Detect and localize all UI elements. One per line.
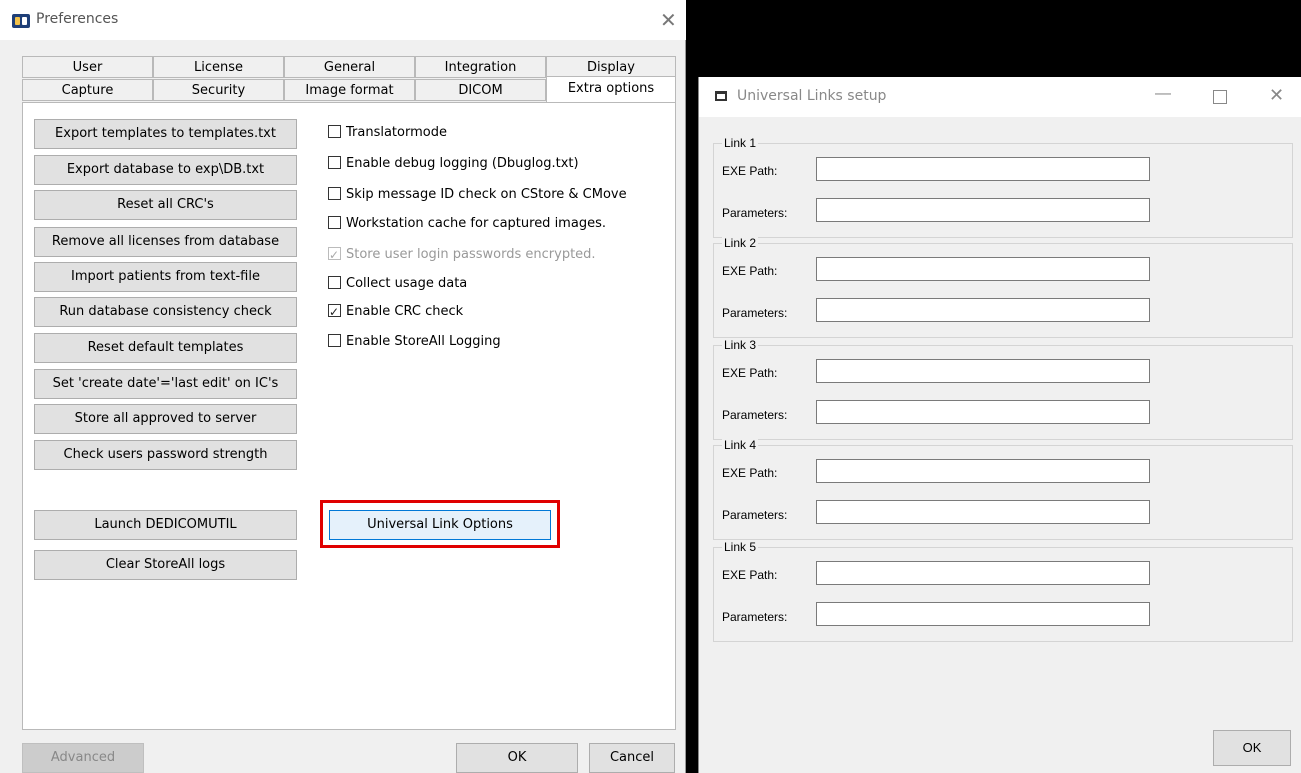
store-approved-button[interactable]: Store all approved to server (34, 404, 297, 434)
advanced-button: Advanced (22, 743, 144, 773)
enable-storeall-logging-checkbox[interactable]: Enable StoreAll Logging (328, 331, 501, 353)
tab-display[interactable]: Display (546, 56, 676, 78)
checkbox-label: Skip message ID check on CStore & CMove (346, 187, 627, 202)
link-2-exe-path-input[interactable] (816, 257, 1150, 281)
exe-path-label: EXE Path: (722, 366, 778, 380)
link-3-exe-path-input[interactable] (816, 359, 1150, 383)
checkbox-label: Store user login passwords encrypted. (346, 247, 596, 262)
tab-user[interactable]: User (22, 56, 153, 78)
tab-integration[interactable]: Integration (415, 56, 546, 78)
preferences-title: Preferences (36, 11, 119, 27)
checkbox-label: Enable StoreAll Logging (346, 334, 501, 349)
checkbox-label: Enable debug logging (Dbuglog.txt) (346, 156, 579, 171)
reset-default-templates-button[interactable]: Reset default templates (34, 333, 297, 363)
parameters-label: Parameters: (722, 610, 788, 624)
checkbox-box[interactable] (328, 156, 341, 169)
tab-dicom[interactable]: DICOM (415, 79, 546, 101)
launch-dedicomutil-button[interactable]: Launch DEDICOMUTIL (34, 510, 297, 540)
checkbox-box[interactable] (328, 187, 341, 200)
universal-links-title-bar: Universal Links setup — ✕ (699, 77, 1301, 117)
checkbox-label: Translatormode (346, 125, 447, 140)
exe-path-label: EXE Path: (722, 568, 778, 582)
link-5-parameters-input[interactable] (816, 602, 1150, 626)
import-patients-button[interactable]: Import patients from text-file (34, 262, 297, 292)
ok-button[interactable]: OK (456, 743, 578, 773)
exe-path-label: EXE Path: (722, 264, 778, 278)
tab-capture[interactable]: Capture (22, 79, 153, 101)
preferences-window: Preferences ✕ User License General Integ… (0, 0, 686, 773)
app-logo-icon (12, 14, 30, 28)
parameters-label: Parameters: (722, 206, 788, 220)
link-4-exe-path-input[interactable] (816, 459, 1150, 483)
cancel-button[interactable]: Cancel (589, 743, 675, 773)
link-4-group: Link 4 EXE Path: Parameters: (713, 438, 1293, 540)
exe-path-label: EXE Path: (722, 466, 778, 480)
reset-crc-button[interactable]: Reset all CRC's (34, 190, 297, 220)
checkbox-box (328, 244, 341, 266)
workstation-cache-checkbox[interactable]: Workstation cache for captured images. (328, 213, 606, 235)
collect-usage-data-checkbox[interactable]: Collect usage data (328, 273, 467, 295)
check-password-strength-button[interactable]: Check users password strength (34, 440, 297, 470)
link-1-exe-path-input[interactable] (816, 157, 1150, 181)
checkbox-label: Collect usage data (346, 276, 468, 291)
debug-logging-checkbox[interactable]: Enable debug logging (Dbuglog.txt) (328, 153, 579, 175)
store-passwords-encrypted-checkbox: Store user login passwords encrypted. (328, 244, 596, 266)
checkbox-box[interactable] (328, 301, 341, 323)
checkbox-label: Workstation cache for captured images. (346, 216, 606, 231)
maximize-icon[interactable] (1213, 90, 1227, 104)
exe-path-label: EXE Path: (722, 164, 778, 178)
link-5-group: Link 5 EXE Path: Parameters: (713, 540, 1293, 642)
skip-message-id-checkbox[interactable]: Skip message ID check on CStore & CMove (328, 184, 627, 206)
translatormode-checkbox[interactable]: Translatormode (328, 122, 447, 144)
remove-licenses-button[interactable]: Remove all licenses from database (34, 227, 297, 257)
group-label: Link 3 (722, 338, 759, 352)
group-label: Link 1 (722, 136, 759, 150)
consistency-check-button[interactable]: Run database consistency check (34, 297, 297, 327)
export-templates-button[interactable]: Export templates to templates.txt (34, 119, 297, 149)
tab-extra-options[interactable]: Extra options (546, 76, 676, 103)
parameters-label: Parameters: (722, 408, 788, 422)
link-1-parameters-input[interactable] (816, 198, 1150, 222)
universal-links-window: Universal Links setup — ✕ Link 1 EXE Pat… (698, 77, 1301, 773)
minimize-icon[interactable]: — (1155, 85, 1171, 103)
checkbox-box[interactable] (328, 334, 341, 347)
link-3-parameters-input[interactable] (816, 400, 1150, 424)
link-2-parameters-input[interactable] (816, 298, 1150, 322)
checkbox-label: Enable CRC check (346, 304, 464, 319)
set-create-date-button[interactable]: Set 'create date'='last edit' on IC's (34, 369, 297, 399)
checkbox-box[interactable] (328, 276, 341, 289)
link-2-group: Link 2 EXE Path: Parameters: (713, 236, 1293, 338)
window-icon (715, 91, 727, 101)
clear-storeall-logs-button[interactable]: Clear StoreAll logs (34, 550, 297, 580)
preferences-title-bar: Preferences ✕ (0, 0, 686, 40)
checkbox-box[interactable] (328, 216, 341, 229)
universal-links-title: Universal Links setup (737, 88, 887, 104)
link-5-exe-path-input[interactable] (816, 561, 1150, 585)
enable-crc-check-checkbox[interactable]: Enable CRC check (328, 301, 463, 323)
tab-general[interactable]: General (284, 56, 415, 78)
close-icon[interactable]: ✕ (660, 8, 677, 32)
group-label: Link 4 (722, 438, 759, 452)
link-4-parameters-input[interactable] (816, 500, 1150, 524)
parameters-label: Parameters: (722, 508, 788, 522)
tab-security[interactable]: Security (153, 79, 284, 101)
tab-license[interactable]: License (153, 56, 284, 78)
universal-links-ok-button[interactable]: OK (1213, 730, 1291, 766)
close-icon[interactable]: ✕ (1269, 85, 1284, 106)
universal-link-options-button[interactable]: Universal Link Options (329, 510, 551, 540)
link-1-group: Link 1 EXE Path: Parameters: (713, 136, 1293, 238)
tab-image-format[interactable]: Image format (284, 79, 415, 101)
checkbox-box[interactable] (328, 125, 341, 138)
link-3-group: Link 3 EXE Path: Parameters: (713, 338, 1293, 440)
group-label: Link 2 (722, 236, 759, 250)
export-database-button[interactable]: Export database to exp\DB.txt (34, 155, 297, 185)
group-label: Link 5 (722, 540, 759, 554)
parameters-label: Parameters: (722, 306, 788, 320)
